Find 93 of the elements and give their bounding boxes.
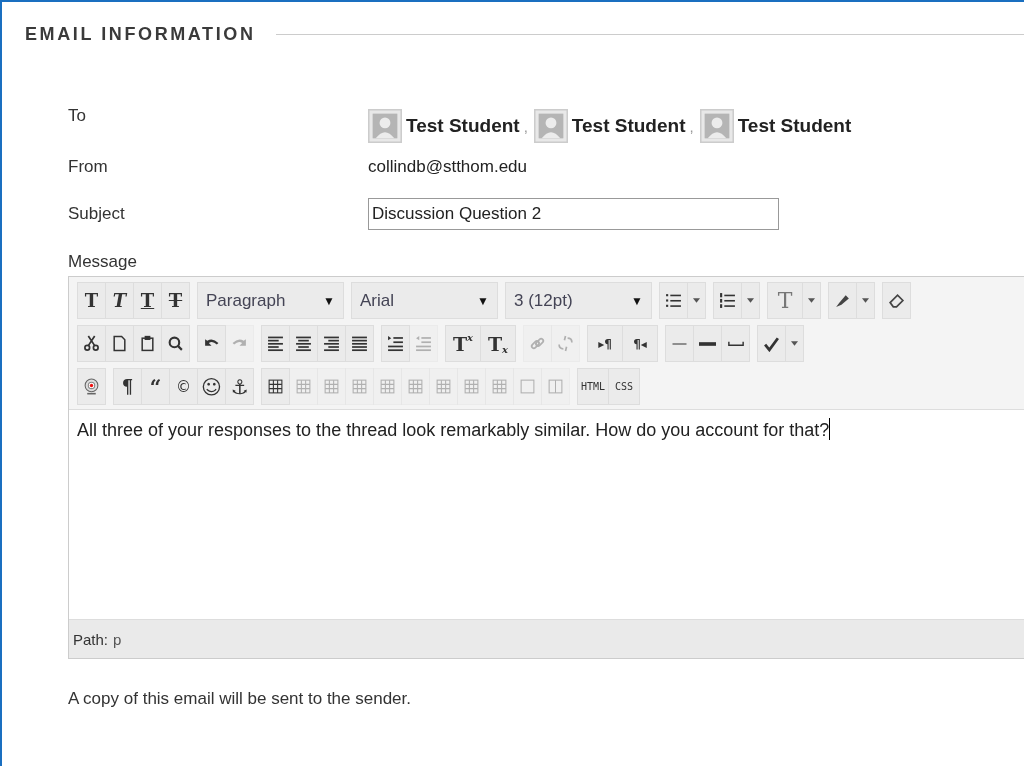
toolbar-button[interactable]: ¶◂ [622, 325, 658, 362]
table-icon [407, 378, 424, 395]
subject-field[interactable]: Discussion Question 2 [368, 198, 779, 230]
scissors-button[interactable] [77, 325, 106, 362]
document-icon [111, 335, 128, 352]
search-icon [167, 335, 184, 352]
indent-icon [387, 335, 404, 352]
align-center-button[interactable] [289, 325, 318, 362]
align-left-icon [267, 335, 284, 352]
outdent-icon [415, 335, 432, 352]
clipboard-icon [139, 335, 156, 352]
webcam-icon [83, 378, 100, 395]
separator: , [523, 117, 528, 135]
numbered-list-icon [719, 292, 736, 309]
table-icon [351, 378, 368, 395]
link-icon [529, 335, 546, 352]
dropdown[interactable]: Arial ▼ [351, 282, 498, 319]
align-center-icon [295, 335, 312, 352]
field-label: To [68, 106, 87, 126]
spellcheck-button[interactable] [757, 325, 786, 362]
toolbar-button[interactable]: T [767, 282, 803, 319]
avatar-icon [699, 109, 734, 143]
toolbar-button[interactable]: “ [141, 368, 170, 405]
bulleted-list-button[interactable] [659, 282, 688, 319]
toolbar-button[interactable]: ¶ [113, 368, 142, 405]
caret-icon [791, 341, 798, 346]
sender-email: collindb@stthom.edu [368, 157, 527, 177]
split-cell-icon [547, 378, 564, 395]
clipboard-button[interactable] [133, 325, 162, 362]
separator: , [689, 117, 694, 135]
avatar-icon [533, 109, 568, 143]
table-icon [323, 378, 340, 395]
webcam-button[interactable] [77, 368, 106, 405]
align-right-icon [323, 335, 340, 352]
message-editor[interactable]: All three of your responses to the thread look remarkably similar. How do you account for that? [69, 409, 1024, 619]
toolbar-button[interactable]: T [77, 282, 106, 319]
table-icon [267, 378, 284, 395]
caret-icon [862, 298, 869, 303]
align-right-button[interactable] [317, 325, 346, 362]
table-icon [435, 378, 452, 395]
toolbar-button[interactable]: ☺ [197, 368, 226, 405]
caret-icon [747, 298, 754, 303]
toolbar-button[interactable]: ▸¶ [587, 325, 623, 362]
align-left-button[interactable] [261, 325, 290, 362]
scissors-icon [83, 335, 100, 352]
highlighter-icon [834, 292, 851, 309]
highlighter-button[interactable] [828, 282, 857, 319]
toolbar-button[interactable]: T [133, 282, 162, 319]
horizontal-line-icon [671, 342, 688, 345]
section-title: EMAIL INFORMATION [25, 23, 256, 45]
message-text: All three of your responses to the thread look remarkably similar. How do you account for that? [77, 420, 830, 440]
table-icon [295, 378, 312, 395]
document-button[interactable] [105, 325, 134, 362]
eraser-button[interactable] [882, 282, 911, 319]
dropdown[interactable]: 3 (12pt) ▼ [505, 282, 652, 319]
table-icon [463, 378, 480, 395]
table-icon [491, 378, 508, 395]
toolbar-button[interactable]: T [161, 282, 190, 319]
cell-icon [519, 378, 536, 395]
recipient-name: Test Student [406, 115, 520, 137]
avatar-icon [368, 109, 402, 143]
recipient-name: Test Student [571, 115, 686, 137]
toolbar-button[interactable]: ⚓ [225, 368, 254, 405]
note-text: A copy of this email will be sent to the sender. [68, 689, 413, 709]
toolbar-button[interactable]: © [169, 368, 198, 405]
toolbar-button[interactable]: CSS [608, 368, 640, 405]
spellcheck-icon [763, 335, 780, 352]
field-label: From [68, 157, 109, 177]
field-label: Subject [68, 204, 126, 224]
undo-button[interactable] [197, 325, 226, 362]
table-button[interactable] [261, 368, 290, 405]
toolbar-button[interactable]: HTML [577, 368, 609, 405]
dropdown[interactable]: Paragraph ▼ [197, 282, 344, 319]
caret-icon [808, 298, 815, 303]
field-label: Message [68, 252, 138, 272]
path-label: Path: [73, 630, 109, 648]
indent-button[interactable] [381, 325, 410, 362]
eraser-icon [888, 292, 905, 309]
justify-icon [351, 335, 368, 352]
space-button[interactable] [721, 325, 750, 362]
path-value: p [113, 630, 122, 648]
space-icon [727, 341, 744, 346]
bulleted-list-icon [665, 292, 682, 309]
text-cursor [829, 418, 831, 440]
justify-button[interactable] [345, 325, 374, 362]
caret-icon [693, 298, 700, 303]
recipient-name: Test Student [737, 115, 852, 137]
table-icon [379, 378, 396, 395]
numbered-list-button[interactable] [713, 282, 742, 319]
unlink-icon [557, 335, 574, 352]
toolbar-button[interactable]: T [105, 282, 134, 319]
thick-line-button[interactable] [693, 325, 722, 362]
search-button[interactable] [161, 325, 190, 362]
